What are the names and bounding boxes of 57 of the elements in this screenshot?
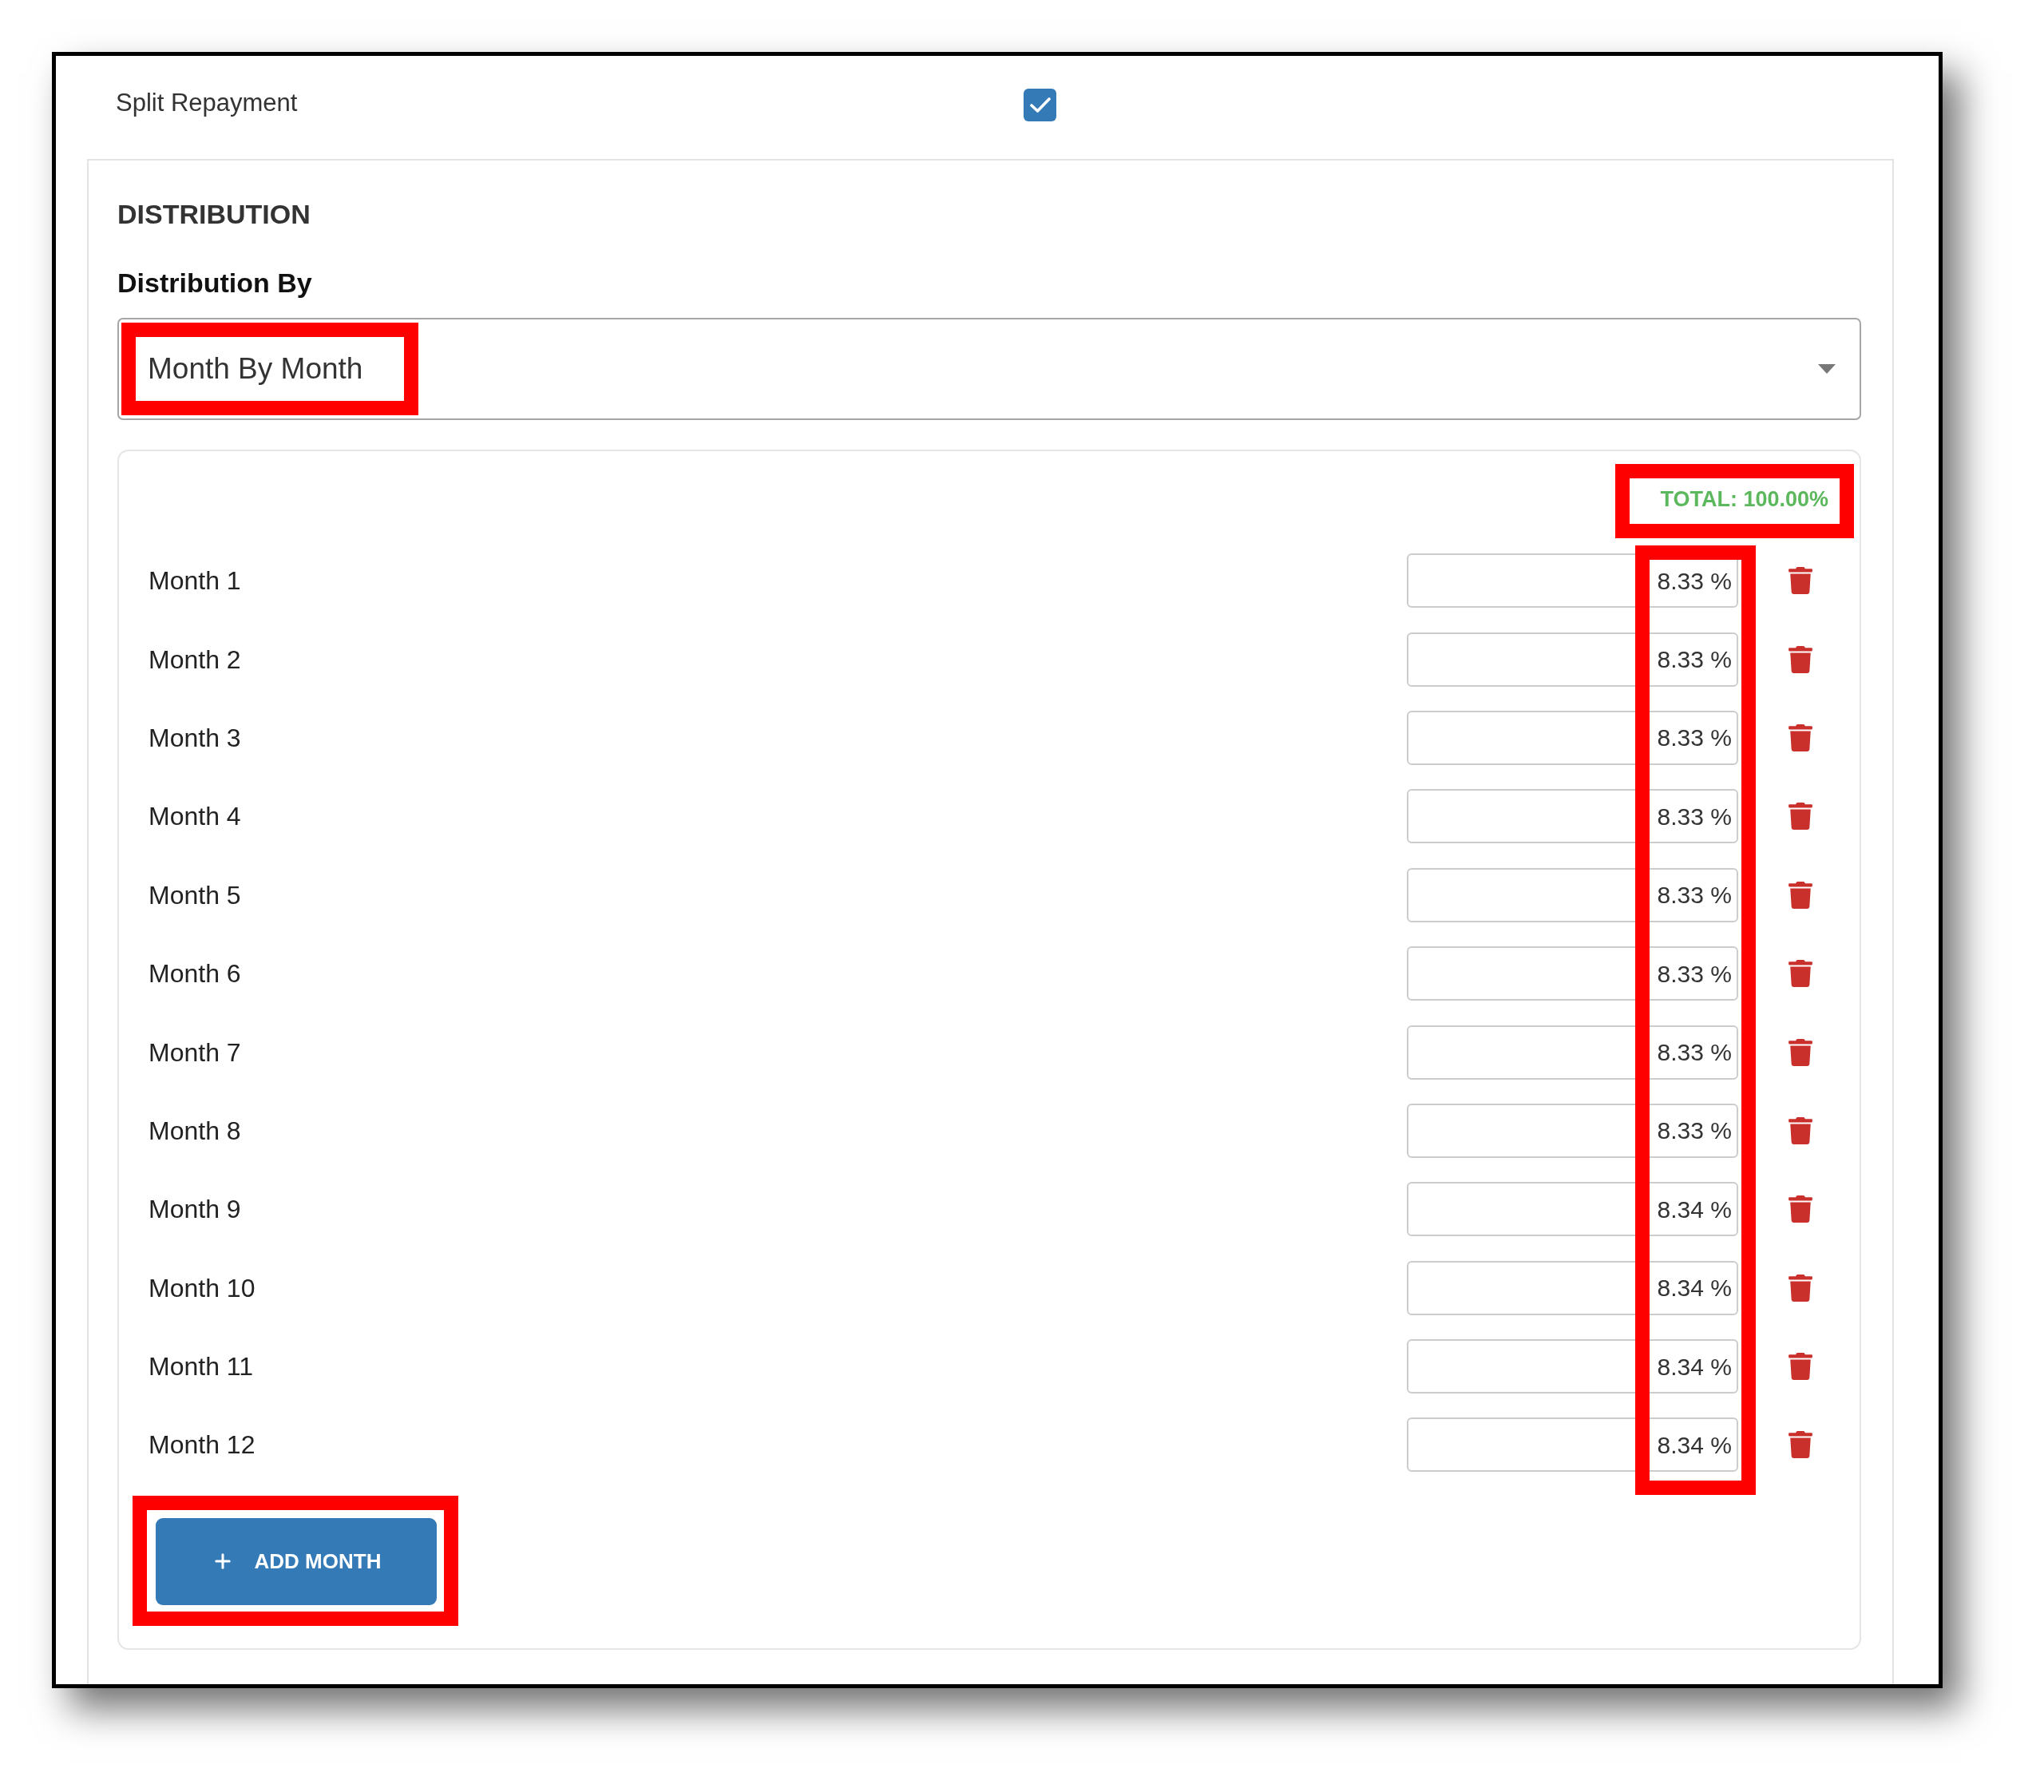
trash-icon <box>1787 1274 1814 1302</box>
total-percentage: TOTAL: 100.00% <box>1660 486 1828 513</box>
percent-field[interactable]: 8.33 % <box>1407 867 1738 922</box>
month-label: Month 1 <box>149 565 242 597</box>
delete-button[interactable] <box>1787 645 1814 673</box>
month-label: Month 2 <box>149 644 242 676</box>
month-label: Month 3 <box>149 722 242 754</box>
month-label: Month 8 <box>149 1115 242 1147</box>
percent-field[interactable]: 8.34 % <box>1407 1260 1738 1315</box>
delete-button[interactable] <box>1787 1116 1814 1144</box>
field-label: Distribution By <box>117 267 313 299</box>
month-label: Month 10 <box>149 1272 256 1304</box>
trash-icon <box>1787 1038 1814 1066</box>
month-label: Month 9 <box>149 1194 242 1226</box>
add-month-button[interactable]: ADD MONTH <box>156 1517 437 1605</box>
percent-field[interactable]: 8.33 % <box>1407 946 1738 1001</box>
trash-icon <box>1787 881 1814 909</box>
delete-button[interactable] <box>1787 724 1814 751</box>
delete-button[interactable] <box>1787 1274 1814 1302</box>
trash-icon <box>1787 1116 1814 1144</box>
trash-icon <box>1787 1195 1814 1223</box>
month-label: Month 11 <box>149 1351 255 1383</box>
month-label: Month 4 <box>149 801 242 833</box>
trash-icon <box>1787 1353 1814 1381</box>
percent-field[interactable]: 8.33 % <box>1407 1025 1738 1080</box>
month-label: Month 7 <box>149 1037 242 1068</box>
trash-icon <box>1787 724 1814 751</box>
percent-field[interactable]: 8.33 % <box>1407 553 1738 609</box>
distribution-select[interactable]: Month By Month <box>117 318 1861 420</box>
month-label: Month 6 <box>149 958 242 990</box>
trash-icon <box>1787 567 1814 595</box>
delete-button[interactable] <box>1787 960 1814 988</box>
trash-icon <box>1787 960 1814 988</box>
percent-field[interactable]: 8.33 % <box>1407 789 1738 844</box>
delete-button[interactable] <box>1787 803 1814 831</box>
trash-icon <box>1787 803 1814 831</box>
month-label: Month 12 <box>149 1429 256 1461</box>
percent-field[interactable]: 8.34 % <box>1407 1417 1738 1473</box>
percent-field[interactable]: 8.34 % <box>1407 1339 1738 1394</box>
caret-icon <box>1818 364 1836 374</box>
delete-button[interactable] <box>1787 881 1814 909</box>
section-heading: DISTRIBUTION <box>117 198 311 230</box>
checkmark-icon <box>1029 97 1051 113</box>
month-label: Month 5 <box>149 879 242 911</box>
percent-field[interactable]: 8.34 % <box>1407 1182 1738 1237</box>
percent-field[interactable]: 8.33 % <box>1407 710 1738 765</box>
delete-button[interactable] <box>1787 567 1814 595</box>
trash-icon <box>1787 1431 1814 1459</box>
delete-button[interactable] <box>1787 1038 1814 1066</box>
delete-button[interactable] <box>1787 1353 1814 1381</box>
trash-icon <box>1787 645 1814 673</box>
delete-button[interactable] <box>1787 1431 1814 1459</box>
delete-button[interactable] <box>1787 1195 1814 1223</box>
split-repayment-checkbox[interactable] <box>1024 89 1056 121</box>
percent-field[interactable]: 8.33 % <box>1407 1103 1738 1158</box>
split-repayment-label: Split Repayment <box>116 88 299 117</box>
percent-field[interactable]: 8.33 % <box>1407 632 1738 687</box>
